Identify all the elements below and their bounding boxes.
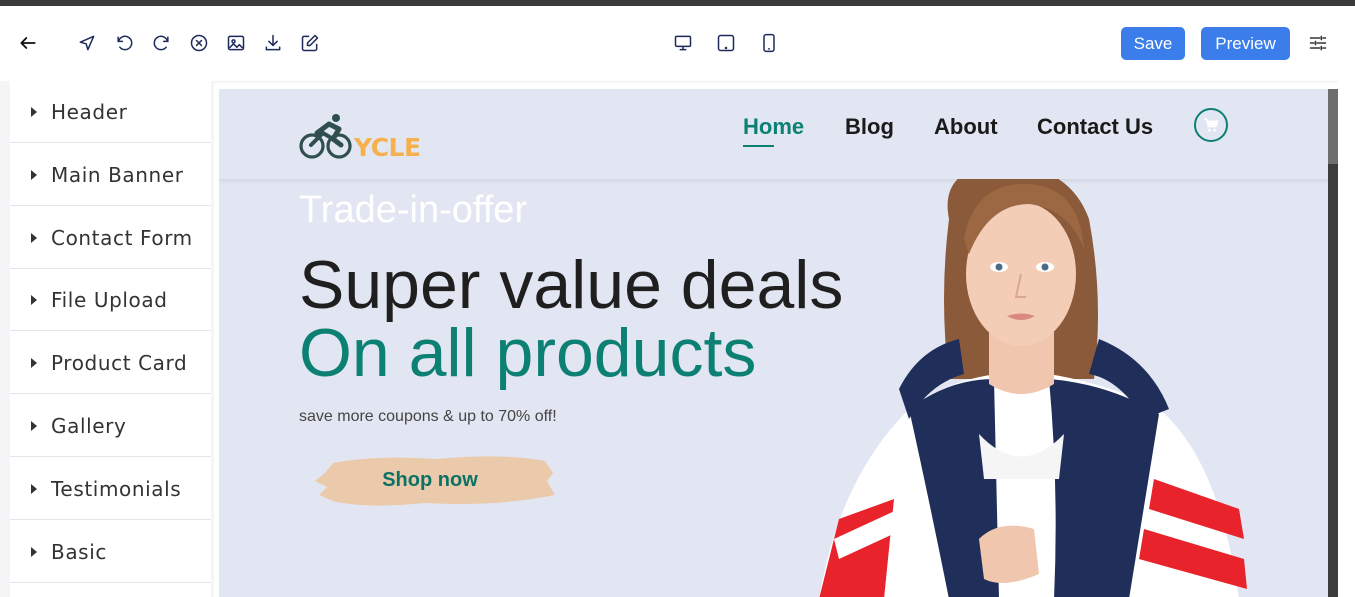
caret-right-icon: [31, 232, 37, 243]
component-list: Header Main Banner Contact Form File Upl…: [10, 81, 211, 597]
sidebar-item-label: File Upload: [51, 287, 168, 312]
sidebar-item-main-banner[interactable]: Main Banner: [10, 144, 211, 206]
site-navbar: YCLE Home Blog About Contact Us: [219, 89, 1329, 179]
caret-right-icon: [31, 357, 37, 368]
preview-button[interactable]: Preview: [1201, 27, 1290, 60]
sidebar-item-label: Contact Form: [51, 225, 193, 250]
page-preview-canvas[interactable]: YCLE Home Blog About Contact Us Trade-in…: [219, 89, 1329, 597]
undo-icon[interactable]: [113, 32, 135, 54]
shop-now-label: Shop now: [382, 468, 478, 491]
hero-headline-accent: On all products: [299, 315, 757, 391]
right-gutter: [1338, 81, 1355, 597]
sidebar-item-basic[interactable]: Basic: [10, 521, 211, 583]
caret-right-icon: [31, 106, 37, 117]
pointer-icon[interactable]: [76, 32, 98, 54]
canvas-scrollbar-thumb[interactable]: [1328, 89, 1338, 164]
caret-right-icon: [31, 546, 37, 557]
caret-right-icon: [31, 483, 37, 494]
mobile-icon[interactable]: [758, 32, 780, 54]
sidebar-item-label: Basic: [51, 539, 107, 564]
sidebar-item-gallery[interactable]: Gallery: [10, 395, 211, 457]
download-icon[interactable]: [262, 32, 284, 54]
save-button[interactable]: Save: [1121, 27, 1185, 60]
clear-icon[interactable]: [188, 32, 210, 54]
editor-toolbar: Save Preview: [0, 6, 1355, 81]
canvas-scrollbar[interactable]: [1328, 89, 1338, 597]
cart-icon: [1204, 118, 1219, 132]
edit-icon[interactable]: [299, 32, 321, 54]
hero-model-image: [819, 179, 1247, 597]
nav-about[interactable]: About: [934, 114, 998, 140]
sidebar-item-product-card[interactable]: Product Card: [10, 332, 211, 394]
shop-now-button[interactable]: Shop now: [315, 451, 557, 509]
settings-sliders-icon[interactable]: [1307, 32, 1329, 54]
back-arrow-icon[interactable]: [17, 32, 39, 54]
cart-button[interactable]: [1194, 108, 1228, 142]
sidebar-item-header[interactable]: Header: [10, 81, 211, 143]
hero-subtext: save more coupons & up to 70% off!: [299, 408, 557, 425]
nav-blog[interactable]: Blog: [845, 114, 894, 140]
sidebar-item-label: Main Banner: [51, 162, 184, 187]
redo-icon[interactable]: [151, 32, 173, 54]
sidebar-item-label: Testimonials: [51, 476, 182, 501]
hero-eyebrow: Trade-in-offer: [299, 189, 528, 231]
nav-active-underline: [743, 145, 774, 147]
caret-right-icon: [31, 294, 37, 305]
sidebar-item-testimonials[interactable]: Testimonials: [10, 458, 211, 520]
component-sidebar: Header Main Banner Contact Form File Upl…: [0, 81, 214, 597]
image-icon[interactable]: [225, 32, 247, 54]
sidebar-item-label: Header: [51, 99, 128, 124]
sidebar-item-contact-form[interactable]: Contact Form: [10, 207, 211, 269]
logo-text: YCLE: [354, 133, 421, 162]
tablet-icon[interactable]: [715, 32, 737, 54]
hero-headline: Super value deals: [299, 247, 844, 323]
sidebar-item-file-upload[interactable]: File Upload: [10, 269, 211, 331]
sidebar-item-label: Product Card: [51, 350, 188, 375]
nav-contact-us[interactable]: Contact Us: [1037, 114, 1153, 140]
sidebar-item-label: Gallery: [51, 413, 127, 438]
caret-right-icon: [31, 420, 37, 431]
desktop-icon[interactable]: [672, 32, 694, 54]
site-logo[interactable]: YCLE: [299, 111, 424, 162]
caret-right-icon: [31, 169, 37, 180]
nav-home[interactable]: Home: [743, 114, 804, 140]
